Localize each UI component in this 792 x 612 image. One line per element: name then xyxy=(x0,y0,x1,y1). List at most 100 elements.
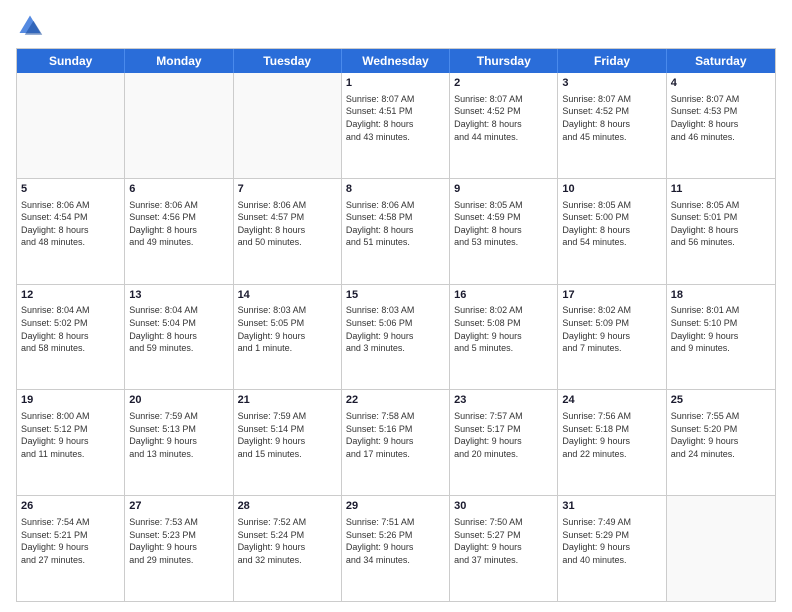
calendar-day: 5 Sunrise: 8:06 AM Sunset: 4:54 PM Daylig… xyxy=(17,179,125,284)
day-number: 18 xyxy=(671,288,771,303)
day-info: Sunrise: 8:06 AM Sunset: 4:58 PM Dayligh… xyxy=(346,199,445,249)
calendar-empty-day xyxy=(125,73,233,178)
day-number: 5 xyxy=(21,182,120,197)
day-info: Sunrise: 8:03 AM Sunset: 5:05 PM Dayligh… xyxy=(238,304,337,354)
calendar-row: 5 Sunrise: 8:06 AM Sunset: 4:54 PM Daylig… xyxy=(17,179,775,285)
calendar-day: 30 Sunrise: 7:50 AM Sunset: 5:27 PM Dayli… xyxy=(450,496,558,601)
day-info: Sunrise: 8:07 AM Sunset: 4:52 PM Dayligh… xyxy=(562,93,661,143)
day-number: 6 xyxy=(129,182,228,197)
day-number: 3 xyxy=(562,76,661,91)
calendar-day: 27 Sunrise: 7:53 AM Sunset: 5:23 PM Dayli… xyxy=(125,496,233,601)
day-number: 28 xyxy=(238,499,337,514)
day-info: Sunrise: 8:07 AM Sunset: 4:51 PM Dayligh… xyxy=(346,93,445,143)
calendar-row: 26 Sunrise: 7:54 AM Sunset: 5:21 PM Dayli… xyxy=(17,496,775,601)
day-number: 25 xyxy=(671,393,771,408)
day-number: 20 xyxy=(129,393,228,408)
day-number: 31 xyxy=(562,499,661,514)
day-info: Sunrise: 8:06 AM Sunset: 4:57 PM Dayligh… xyxy=(238,199,337,249)
day-info: Sunrise: 7:54 AM Sunset: 5:21 PM Dayligh… xyxy=(21,516,120,566)
calendar-body: 1 Sunrise: 8:07 AM Sunset: 4:51 PM Daylig… xyxy=(17,73,775,601)
day-info: Sunrise: 8:01 AM Sunset: 5:10 PM Dayligh… xyxy=(671,304,771,354)
calendar-day: 31Sunrise: 7:49 AM Sunset: 5:29 PM Dayli… xyxy=(558,496,666,601)
calendar-day: 1 Sunrise: 8:07 AM Sunset: 4:51 PM Daylig… xyxy=(342,73,450,178)
day-number: 9 xyxy=(454,182,553,197)
calendar-day: 3 Sunrise: 8:07 AM Sunset: 4:52 PM Daylig… xyxy=(558,73,666,178)
day-number: 16 xyxy=(454,288,553,303)
day-info: Sunrise: 8:05 AM Sunset: 5:01 PM Dayligh… xyxy=(671,199,771,249)
day-number: 17 xyxy=(562,288,661,303)
day-info: Sunrise: 8:05 AM Sunset: 4:59 PM Dayligh… xyxy=(454,199,553,249)
calendar-empty-day xyxy=(234,73,342,178)
day-number: 13 xyxy=(129,288,228,303)
calendar-day: 8 Sunrise: 8:06 AM Sunset: 4:58 PM Daylig… xyxy=(342,179,450,284)
calendar-day: 25Sunrise: 7:55 AM Sunset: 5:20 PM Dayli… xyxy=(667,390,775,495)
calendar-header: SundayMondayTuesdayWednesdayThursdayFrid… xyxy=(17,49,775,73)
calendar-day: 29Sunrise: 7:51 AM Sunset: 5:26 PM Dayli… xyxy=(342,496,450,601)
day-number: 14 xyxy=(238,288,337,303)
day-number: 24 xyxy=(562,393,661,408)
weekday-header: Thursday xyxy=(450,49,558,73)
calendar-day: 10Sunrise: 8:05 AM Sunset: 5:00 PM Dayli… xyxy=(558,179,666,284)
calendar: SundayMondayTuesdayWednesdayThursdayFrid… xyxy=(16,48,776,602)
day-number: 23 xyxy=(454,393,553,408)
calendar-day: 11 Sunrise: 8:05 AM Sunset: 5:01 PM Dayli… xyxy=(667,179,775,284)
logo xyxy=(16,12,48,40)
day-info: Sunrise: 8:06 AM Sunset: 4:54 PM Dayligh… xyxy=(21,199,120,249)
calendar-day: 24 Sunrise: 7:56 AM Sunset: 5:18 PM Dayli… xyxy=(558,390,666,495)
day-number: 21 xyxy=(238,393,337,408)
day-number: 4 xyxy=(671,76,771,91)
calendar-day: 20 Sunrise: 7:59 AM Sunset: 5:13 PM Dayli… xyxy=(125,390,233,495)
calendar-day: 23Sunrise: 7:57 AM Sunset: 5:17 PM Dayli… xyxy=(450,390,558,495)
calendar-empty-day xyxy=(17,73,125,178)
day-info: Sunrise: 7:52 AM Sunset: 5:24 PM Dayligh… xyxy=(238,516,337,566)
page: SundayMondayTuesdayWednesdayThursdayFrid… xyxy=(0,0,792,612)
day-number: 30 xyxy=(454,499,553,514)
calendar-day: 19 Sunrise: 8:00 AM Sunset: 5:12 PM Dayli… xyxy=(17,390,125,495)
day-info: Sunrise: 8:02 AM Sunset: 5:09 PM Dayligh… xyxy=(562,304,661,354)
day-number: 26 xyxy=(21,499,120,514)
day-number: 29 xyxy=(346,499,445,514)
day-number: 2 xyxy=(454,76,553,91)
day-info: Sunrise: 7:50 AM Sunset: 5:27 PM Dayligh… xyxy=(454,516,553,566)
day-number: 8 xyxy=(346,182,445,197)
day-info: Sunrise: 8:07 AM Sunset: 4:53 PM Dayligh… xyxy=(671,93,771,143)
day-number: 1 xyxy=(346,76,445,91)
day-number: 27 xyxy=(129,499,228,514)
day-info: Sunrise: 8:06 AM Sunset: 4:56 PM Dayligh… xyxy=(129,199,228,249)
calendar-day: 18Sunrise: 8:01 AM Sunset: 5:10 PM Dayli… xyxy=(667,285,775,390)
day-number: 10 xyxy=(562,182,661,197)
day-number: 15 xyxy=(346,288,445,303)
day-number: 12 xyxy=(21,288,120,303)
calendar-day: 16Sunrise: 8:02 AM Sunset: 5:08 PM Dayli… xyxy=(450,285,558,390)
calendar-row: 19 Sunrise: 8:00 AM Sunset: 5:12 PM Dayli… xyxy=(17,390,775,496)
logo-icon xyxy=(16,12,44,40)
day-number: 7 xyxy=(238,182,337,197)
calendar-day: 14Sunrise: 8:03 AM Sunset: 5:05 PM Dayli… xyxy=(234,285,342,390)
calendar-day: 26 Sunrise: 7:54 AM Sunset: 5:21 PM Dayli… xyxy=(17,496,125,601)
day-info: Sunrise: 8:02 AM Sunset: 5:08 PM Dayligh… xyxy=(454,304,553,354)
header xyxy=(16,12,776,40)
calendar-day: 6 Sunrise: 8:06 AM Sunset: 4:56 PM Daylig… xyxy=(125,179,233,284)
weekday-header: Monday xyxy=(125,49,233,73)
calendar-day: 7 Sunrise: 8:06 AM Sunset: 4:57 PM Daylig… xyxy=(234,179,342,284)
weekday-header: Tuesday xyxy=(234,49,342,73)
calendar-day: 17Sunrise: 8:02 AM Sunset: 5:09 PM Dayli… xyxy=(558,285,666,390)
day-info: Sunrise: 7:53 AM Sunset: 5:23 PM Dayligh… xyxy=(129,516,228,566)
day-info: Sunrise: 8:03 AM Sunset: 5:06 PM Dayligh… xyxy=(346,304,445,354)
weekday-header: Friday xyxy=(558,49,666,73)
day-info: Sunrise: 7:56 AM Sunset: 5:18 PM Dayligh… xyxy=(562,410,661,460)
calendar-day: 21Sunrise: 7:59 AM Sunset: 5:14 PM Dayli… xyxy=(234,390,342,495)
day-info: Sunrise: 8:00 AM Sunset: 5:12 PM Dayligh… xyxy=(21,410,120,460)
calendar-day: 13Sunrise: 8:04 AM Sunset: 5:04 PM Dayli… xyxy=(125,285,233,390)
calendar-row: 1 Sunrise: 8:07 AM Sunset: 4:51 PM Daylig… xyxy=(17,73,775,179)
day-number: 22 xyxy=(346,393,445,408)
day-number: 19 xyxy=(21,393,120,408)
calendar-day: 28 Sunrise: 7:52 AM Sunset: 5:24 PM Dayli… xyxy=(234,496,342,601)
calendar-day: 12Sunrise: 8:04 AM Sunset: 5:02 PM Dayli… xyxy=(17,285,125,390)
weekday-header: Wednesday xyxy=(342,49,450,73)
day-info: Sunrise: 7:59 AM Sunset: 5:13 PM Dayligh… xyxy=(129,410,228,460)
day-info: Sunrise: 8:04 AM Sunset: 5:02 PM Dayligh… xyxy=(21,304,120,354)
calendar-day: 2Sunrise: 8:07 AM Sunset: 4:52 PM Daylig… xyxy=(450,73,558,178)
day-number: 11 xyxy=(671,182,771,197)
weekday-header: Saturday xyxy=(667,49,775,73)
